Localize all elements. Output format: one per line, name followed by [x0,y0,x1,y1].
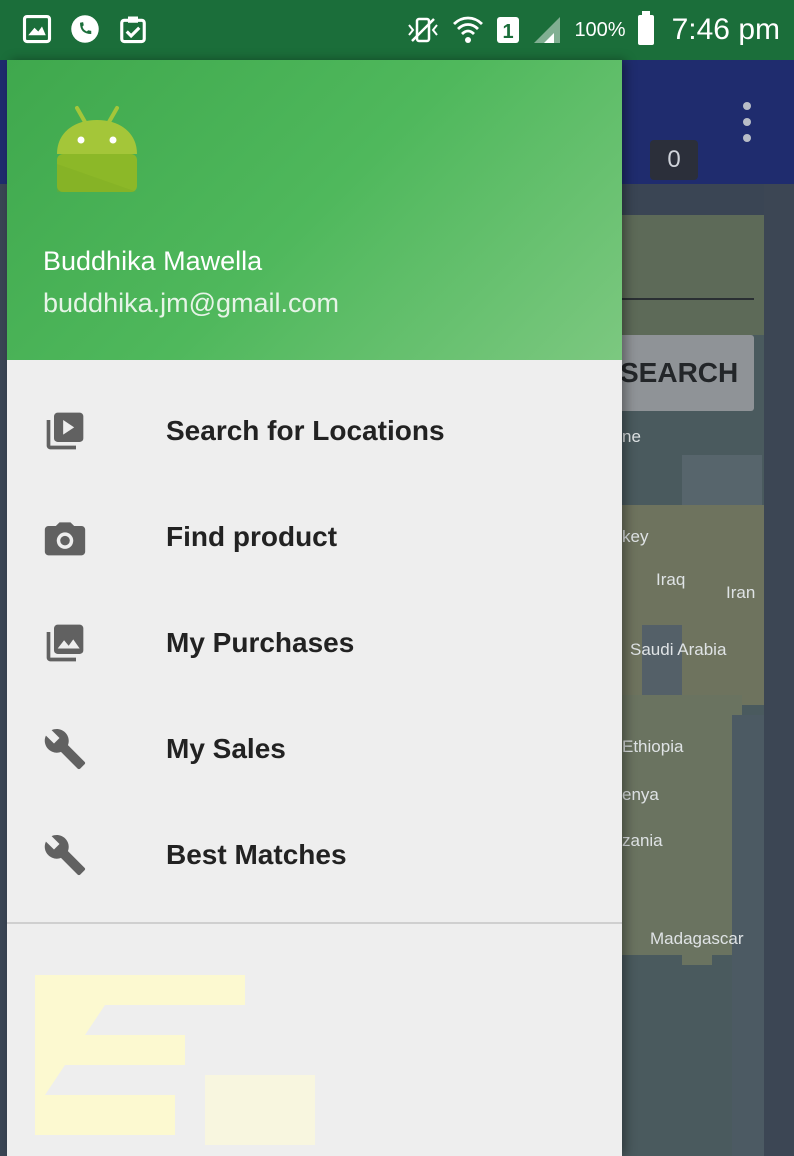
drawer-item-label: My Purchases [166,627,355,658]
vibrate-mute-icon [408,17,439,43]
cart-count-badge[interactable]: 0 [650,140,698,180]
sim-1-icon: 1 [497,17,520,43]
drawer-item-label: Best Matches [166,839,347,870]
wrench-icon [44,835,86,876]
image-icon [22,14,52,44]
watermark-logo [35,975,315,1145]
phone-icon [71,15,99,43]
search-button[interactable]: SEARCH [618,335,754,411]
drawer-item-label: My Sales [166,733,286,764]
map-label: ne [622,427,641,446]
user-email: buddhika.jm@gmail.com [43,288,340,318]
map-label: zania [622,831,663,850]
drawer-item-find-product[interactable]: Find product [7,484,622,590]
map-label: Ethiopia [622,737,684,756]
search-input-underline [622,298,754,300]
status-bar: 1 100% 7:46 pm [0,0,794,60]
drawer-header: Buddhika Mawella buddhika.jm@gmail.com [7,60,622,360]
map-label: Madagascar [650,929,744,948]
overflow-menu-icon[interactable] [742,102,752,142]
wrench-icon [44,729,86,770]
photo-library-icon [46,624,84,662]
scrim [764,184,794,1156]
drawer-item-label: Search for Locations [166,415,445,446]
drawer-item-search-for-locations[interactable]: Search for Locations [7,378,622,484]
drawer-item-my-sales[interactable]: My Sales [7,696,622,802]
navigation-drawer: Buddhika Mawella buddhika.jm@gmail.com S… [7,60,622,1156]
signal-icon [534,17,561,43]
drawer-item-best-matches[interactable]: Best Matches [7,802,622,908]
camera-icon [44,522,86,556]
svg-text:1: 1 [503,21,514,43]
video-library-icon [46,412,84,450]
user-name: Buddhika Mawella [43,246,263,276]
map-label: Saudi Arabia [630,640,727,659]
map-label: enya [622,785,659,804]
drawer-item-my-purchases[interactable]: My Purchases [7,590,622,696]
wifi-icon [453,16,484,43]
map-label: key [622,527,649,546]
drawer-item-label: Find product [166,521,338,552]
drawer-divider [7,922,622,924]
android-icon[interactable] [51,104,143,196]
map-label: Iran [726,583,756,602]
battery-icon [637,11,654,45]
clipboard-check-icon [120,16,146,44]
status-time: 7:46 pm [671,13,780,46]
drawer-menu: Search for Locations Find product My Pur… [7,378,622,908]
battery-percent: 100% [574,18,626,41]
map-label: Iraq [656,570,686,589]
